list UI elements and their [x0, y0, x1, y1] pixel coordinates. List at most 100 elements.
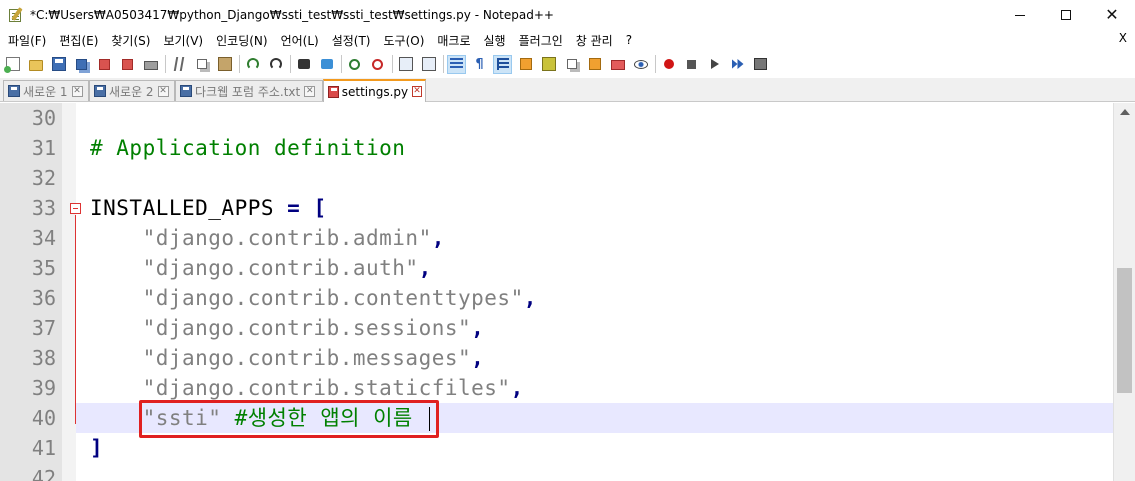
playback-macro-button[interactable] — [705, 55, 724, 74]
minimize-icon — [1015, 14, 1025, 16]
code-area[interactable]: # Application definition INSTALLED_APPS … — [76, 103, 1113, 481]
close-icon: ✕ — [1105, 5, 1119, 24]
replace-icon — [320, 59, 333, 69]
minimize-button[interactable] — [997, 0, 1043, 30]
toolbar-separator — [341, 55, 342, 73]
function-list-button[interactable] — [562, 55, 581, 74]
run-macro-multiple-icon — [731, 59, 744, 69]
line-number: 39 — [31, 376, 56, 400]
tab-new-2[interactable]: 새로운 2 ✕ — [89, 80, 175, 101]
folder-as-workspace-button[interactable] — [585, 55, 604, 74]
menu-help[interactable]: ? — [620, 33, 639, 47]
sync-vertical-button[interactable] — [396, 55, 415, 74]
sync-horizontal-button[interactable] — [419, 55, 438, 74]
code-line: "django.contrib.staticfiles", — [76, 373, 1113, 403]
toolbar-separator — [165, 55, 166, 73]
redo-button[interactable] — [266, 55, 285, 74]
monitoring-button[interactable] — [631, 55, 650, 74]
line-number: 30 — [31, 106, 56, 130]
save-button[interactable] — [49, 55, 68, 74]
code-text: "django.contrib.auth", — [90, 253, 432, 283]
close-button[interactable]: ✕ — [1089, 0, 1135, 30]
close-all-button[interactable] — [118, 55, 137, 74]
string-literal: "django.contrib.auth" — [90, 256, 419, 280]
menu-macro[interactable]: 매크로 — [431, 32, 477, 49]
undo-button[interactable] — [243, 55, 262, 74]
find-button[interactable] — [294, 55, 313, 74]
stop-recording-button[interactable] — [682, 55, 701, 74]
saved-file-icon — [94, 85, 106, 97]
vertical-scrollbar[interactable] — [1113, 103, 1135, 481]
stop-recording-icon — [687, 59, 696, 69]
tab-settings-py[interactable]: settings.py ✕ — [323, 79, 426, 102]
menu-file[interactable]: 파일(F) — [2, 32, 53, 49]
close-folder-button[interactable] — [608, 55, 627, 74]
tab-darkweb-forum-address[interactable]: 다크웹 포럼 주소.txt ✕ — [175, 80, 323, 101]
toolbar-separator — [443, 55, 444, 73]
menu-edit[interactable]: 편집(E) — [53, 32, 105, 49]
find-icon — [297, 59, 310, 69]
menu-plugins[interactable]: 플러그인 — [513, 32, 570, 49]
tab-new-1[interactable]: 새로운 1 ✕ — [3, 80, 89, 101]
word-wrap-button[interactable] — [447, 54, 466, 74]
tab-close-icon[interactable]: ✕ — [71, 85, 83, 97]
monitoring-icon — [633, 59, 648, 69]
code-editor[interactable]: 30 31 32 33 34 35 36 37 38 39 40 41 42 #… — [0, 103, 1113, 481]
fold-margin[interactable] — [62, 103, 76, 481]
cut-button[interactable] — [169, 55, 188, 74]
zoom-in-button[interactable] — [345, 55, 364, 74]
string-literal: "django.contrib.messages" — [90, 346, 472, 370]
line-number: 32 — [31, 166, 56, 190]
close-file-button[interactable] — [95, 55, 114, 74]
scrollbar-thumb[interactable] — [1117, 268, 1132, 393]
zoom-out-button[interactable] — [368, 55, 387, 74]
code-line: # Application definition — [76, 133, 1113, 163]
sync-vertical-icon — [398, 57, 413, 71]
sync-horizontal-icon — [421, 57, 436, 71]
line-number: 40 — [31, 406, 56, 430]
open-file-button[interactable] — [26, 55, 45, 74]
menu-encoding[interactable]: 인코딩(N) — [210, 32, 274, 49]
document-map-button[interactable] — [539, 55, 558, 74]
window-title: *C:₩Users₩A0503417₩python_Django₩ssti_te… — [30, 8, 554, 22]
cut-icon — [173, 57, 184, 71]
tab-bar: 새로운 1 ✕ 새로운 2 ✕ 다크웹 포럼 주소.txt ✕ settings… — [0, 78, 1135, 102]
tab-close-icon[interactable]: ✕ — [157, 85, 169, 97]
show-all-chars-button[interactable]: ¶ — [470, 55, 489, 74]
paste-button[interactable] — [215, 55, 234, 74]
run-macro-multiple-button[interactable] — [728, 55, 747, 74]
new-file-button[interactable] — [3, 55, 22, 74]
print-button[interactable] — [141, 55, 160, 74]
redo-icon — [269, 58, 282, 70]
line-number: 33 — [31, 196, 56, 220]
code-line: "django.contrib.contenttypes", — [76, 283, 1113, 313]
folder-as-workspace-icon — [588, 58, 601, 70]
save-all-button[interactable] — [72, 55, 91, 74]
operator-text: , — [523, 286, 537, 310]
menu-tools[interactable]: 도구(O) — [378, 32, 432, 49]
menu-window[interactable]: 창 관리 — [570, 32, 620, 49]
indent-guide-icon — [496, 58, 509, 70]
menu-search[interactable]: 찾기(S) — [105, 32, 157, 49]
user-defined-language-button[interactable] — [516, 55, 535, 74]
save-macro-button[interactable] — [751, 55, 770, 74]
menu-run[interactable]: 실행 — [478, 32, 513, 49]
tab-close-icon[interactable]: ✕ — [412, 86, 422, 97]
scroll-up-arrow-icon[interactable] — [1120, 109, 1130, 115]
toolbar-separator — [392, 55, 393, 73]
menu-language[interactable]: 언어(L) — [275, 32, 326, 49]
title-bar: *C:₩Users₩A0503417₩python_Django₩ssti_te… — [0, 0, 1135, 30]
zoom-out-icon — [372, 58, 383, 70]
menu-settings[interactable]: 설정(T) — [326, 32, 378, 49]
close-document-button[interactable]: X — [1119, 31, 1127, 45]
replace-button[interactable] — [317, 55, 336, 74]
copy-button[interactable] — [192, 55, 211, 74]
toolbar-separator — [290, 55, 291, 73]
record-macro-button[interactable] — [659, 55, 678, 74]
indent-guide-button[interactable] — [493, 54, 512, 74]
line-number: 35 — [31, 256, 56, 280]
string-literal: "django.contrib.contenttypes" — [90, 286, 524, 310]
maximize-button[interactable] — [1043, 0, 1089, 30]
menu-view[interactable]: 보기(V) — [157, 32, 210, 49]
tab-close-icon[interactable]: ✕ — [304, 85, 316, 97]
